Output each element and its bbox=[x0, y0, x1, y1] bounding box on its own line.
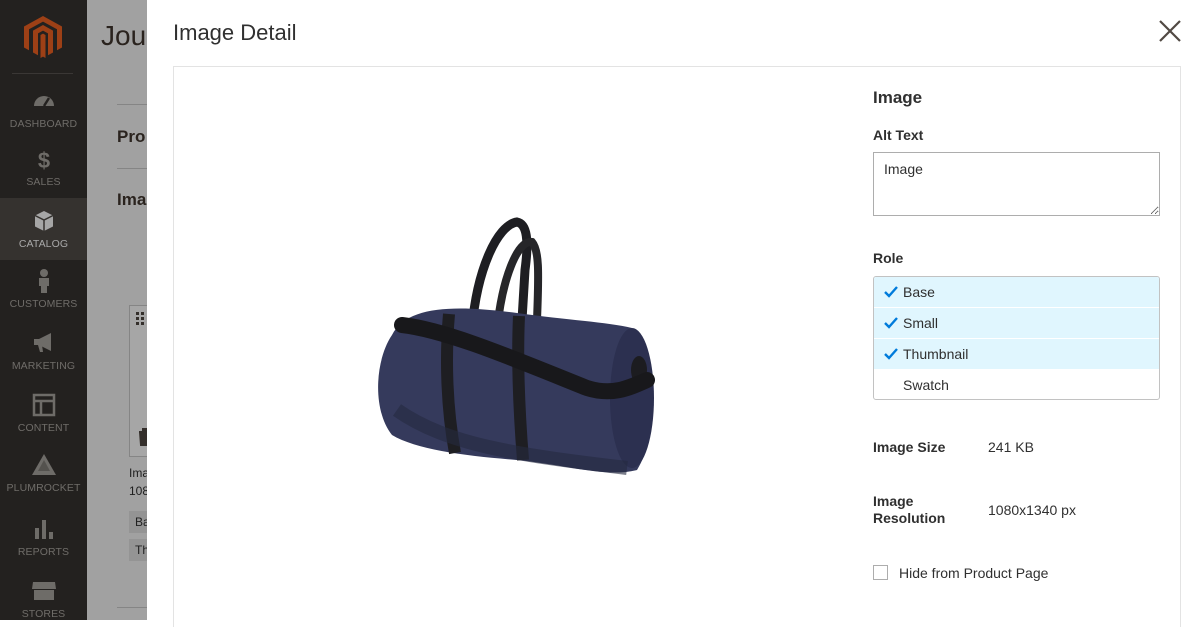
role-option-label: Small bbox=[903, 315, 939, 331]
checkmark-icon bbox=[884, 317, 898, 329]
resolution-label-line2: Resolution bbox=[873, 510, 946, 526]
close-icon[interactable] bbox=[1157, 18, 1183, 44]
resolution-label-line1: Image bbox=[873, 493, 914, 509]
image-size-value: 241 KB bbox=[988, 439, 1034, 455]
role-option-thumbnail[interactable]: Thumbnail bbox=[874, 339, 1159, 370]
alt-text-field[interactable]: Image bbox=[873, 152, 1160, 216]
product-image bbox=[378, 217, 655, 475]
alt-text-label: Alt Text bbox=[873, 127, 924, 143]
hide-from-product-page-label[interactable]: Hide from Product Page bbox=[899, 565, 1048, 581]
role-option-swatch[interactable]: Swatch bbox=[874, 370, 1159, 399]
role-option-base[interactable]: Base bbox=[874, 277, 1159, 308]
role-option-label: Swatch bbox=[903, 377, 949, 393]
role-label: Role bbox=[873, 250, 904, 266]
role-option-label: Base bbox=[903, 284, 935, 300]
modal-title: Image Detail bbox=[173, 20, 297, 45]
role-option-small[interactable]: Small bbox=[874, 308, 1159, 339]
role-option-label: Thumbnail bbox=[903, 346, 969, 362]
resolution-value: 1080x1340 px bbox=[988, 502, 1076, 518]
role-multiselect[interactable]: Base Small Thumbnail Swatch bbox=[873, 276, 1160, 400]
checkmark-icon bbox=[884, 286, 898, 298]
hide-from-product-page-checkbox[interactable] bbox=[873, 565, 888, 580]
image-detail-modal: Image Detail Image Alt Text Image Role B… bbox=[147, 0, 1204, 627]
checkmark-icon bbox=[884, 348, 898, 360]
image-size-label: Image Size bbox=[873, 439, 946, 455]
panel-heading: Image bbox=[873, 88, 923, 107]
